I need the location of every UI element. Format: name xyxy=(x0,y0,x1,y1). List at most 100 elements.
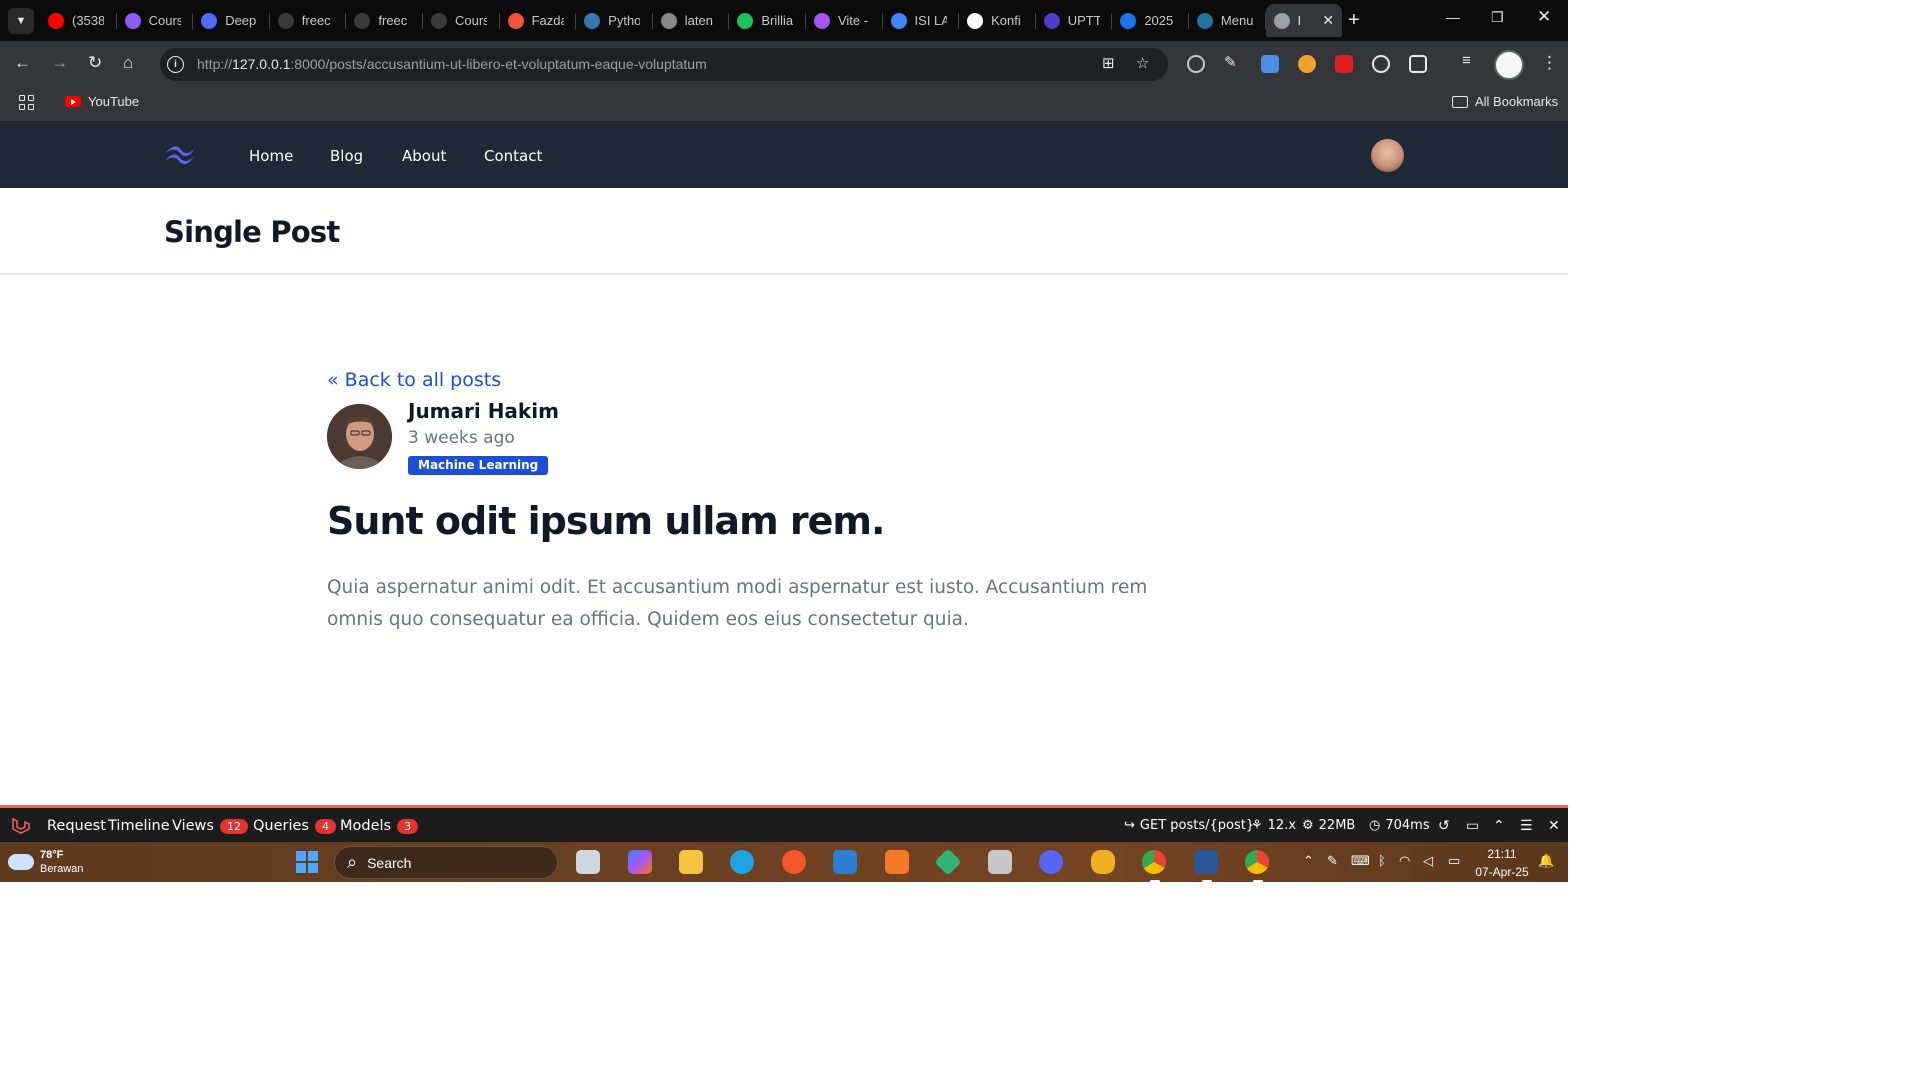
browser-tab[interactable]: Cours xyxy=(117,4,194,37)
chrome-icon[interactable] xyxy=(1142,850,1166,883)
university-icon xyxy=(1043,12,1060,29)
gitkraken-icon[interactable] xyxy=(934,848,962,876)
browser-tab[interactable]: Cours xyxy=(423,4,500,37)
browser-tab[interactable]: laten xyxy=(653,4,730,37)
system-clock[interactable]: 21:11 07-Apr-25 xyxy=(1473,845,1531,881)
extension-blue-icon[interactable] xyxy=(1261,55,1279,73)
back-icon[interactable]: ← xyxy=(14,53,31,73)
bookmark-youtube[interactable]: YouTube xyxy=(65,94,139,109)
brilliant-icon xyxy=(737,12,754,29)
debug-time[interactable]: ◷ 704ms xyxy=(1369,818,1430,833)
keyboard-icon[interactable]: ⌨ xyxy=(1351,853,1370,869)
browser-tab[interactable]: Brillia xyxy=(729,4,806,37)
nav-contact-link[interactable]: Contact xyxy=(484,147,542,165)
browser-tab[interactable]: Fazda xyxy=(500,4,577,37)
windows-start-icon[interactable] xyxy=(296,851,318,873)
reload-icon[interactable]: ↻ xyxy=(88,53,102,73)
window-close-icon[interactable]: ✕ xyxy=(1537,7,1551,27)
debug-tab-queries[interactable]: Queries 4 xyxy=(253,818,336,834)
debug-tab-timeline[interactable]: Timeline xyxy=(108,818,170,834)
home-icon[interactable]: ⌂ xyxy=(123,53,133,73)
tailwind-logo-icon[interactable] xyxy=(164,142,196,166)
all-bookmarks-button[interactable]: All Bookmarks xyxy=(1452,94,1558,109)
chrome-menu-icon[interactable]: ⋮ xyxy=(1541,53,1558,73)
browser-tab[interactable]: Menu xyxy=(1189,4,1266,37)
browser-tab[interactable]: ISI LA xyxy=(883,4,960,37)
task-view-icon[interactable] xyxy=(576,850,600,874)
browser-tab[interactable]: I ✕ xyxy=(1265,4,1343,37)
translate-icon[interactable]: ⊞ xyxy=(1102,54,1115,72)
debugbar-close-icon[interactable]: ✕ xyxy=(1548,817,1560,834)
settings-sliders-icon[interactable]: ☰ xyxy=(1520,817,1533,834)
nav-blog-link[interactable]: Blog xyxy=(330,147,363,165)
chevron-up-icon[interactable]: ⌃ xyxy=(1493,817,1505,834)
wifi-icon[interactable]: ◠ xyxy=(1399,853,1410,869)
history-icon[interactable]: ↺ xyxy=(1438,817,1450,834)
xampp-icon[interactable] xyxy=(885,850,909,874)
author-name[interactable]: Jumari Hakim xyxy=(408,399,559,423)
address-bar[interactable]: i http://127.0.0.1:8000/posts/accusantiu… xyxy=(160,48,1168,81)
edge-icon[interactable] xyxy=(730,850,754,874)
browser-tab[interactable]: freec xyxy=(270,4,347,37)
bookmark-star-icon[interactable]: ☆ xyxy=(1136,54,1149,72)
tray-chevron-icon[interactable]: ⌃ xyxy=(1303,853,1314,869)
debug-memory[interactable]: ⚙ 22MB xyxy=(1302,818,1355,833)
tab-close-icon[interactable]: ✕ xyxy=(1322,12,1334,29)
freecodecamp-icon xyxy=(354,12,371,29)
copilot-icon[interactable] xyxy=(628,850,652,874)
browser-tab[interactable]: 2025 xyxy=(1112,4,1189,37)
unity-icon[interactable] xyxy=(988,850,1012,874)
extension-red-icon[interactable] xyxy=(1335,55,1353,73)
battery-icon[interactable]: ▭ xyxy=(1448,853,1460,869)
minimize-icon[interactable]: — xyxy=(1446,9,1460,25)
extension-orange-icon[interactable] xyxy=(1298,55,1316,73)
notification-bell-icon[interactable]: 🔔 xyxy=(1538,853,1554,869)
debug-tab-models[interactable]: Models 3 xyxy=(340,818,419,834)
pen-icon[interactable]: ✎ xyxy=(1327,853,1338,869)
browser-tab[interactable]: UPTT xyxy=(1036,4,1113,37)
word-icon[interactable] xyxy=(1194,850,1218,883)
open-folder-icon[interactable]: ▭ xyxy=(1466,817,1479,834)
weather-widget[interactable]: 78°F Berawan xyxy=(8,848,83,876)
media-queue-icon[interactable]: ≡ xyxy=(1462,52,1480,70)
discord-icon[interactable] xyxy=(1039,850,1063,874)
browser-tab[interactable]: Deep xyxy=(193,4,270,37)
taskbar-search[interactable]: ⌕ Search xyxy=(334,846,558,879)
profile-avatar[interactable] xyxy=(1494,50,1524,80)
user-avatar[interactable] xyxy=(1371,139,1404,172)
back-to-posts-link[interactable]: « Back to all posts xyxy=(327,369,501,391)
category-badge[interactable]: Machine Learning xyxy=(408,456,549,475)
debug-tab-request[interactable]: Request xyxy=(47,818,106,834)
url-text[interactable]: http://127.0.0.1:8000/posts/accusantium-… xyxy=(197,56,707,72)
browser-tab[interactable]: Pytho xyxy=(576,4,653,37)
eyedropper-icon[interactable]: ✎ xyxy=(1224,53,1242,71)
laravel-logo-icon[interactable] xyxy=(11,817,31,835)
browser-tab[interactable]: Vite - xyxy=(806,4,883,37)
forward-icon[interactable]: → xyxy=(51,53,68,73)
volume-icon[interactable]: ◁ xyxy=(1423,853,1433,869)
new-tab-button[interactable]: + xyxy=(1348,9,1360,32)
browser-tab[interactable]: (3538 xyxy=(40,4,117,37)
tab-search-button[interactable]: ▼ xyxy=(8,8,34,34)
vscode-icon[interactable] xyxy=(833,850,857,874)
tab-title: Fazda xyxy=(531,13,564,28)
extensions-puzzle-icon[interactable] xyxy=(1409,55,1427,73)
browser-tab[interactable]: Konfi xyxy=(959,4,1036,37)
file-explorer-icon[interactable] xyxy=(679,850,703,874)
bluetooth-icon[interactable]: ᛒ xyxy=(1378,853,1386,868)
debug-version[interactable]: ⚘ 12.x xyxy=(1251,818,1296,833)
author-photo-image xyxy=(327,404,392,469)
debug-tab-views[interactable]: Views 12 xyxy=(172,818,248,834)
tableplus-icon[interactable] xyxy=(1091,850,1115,874)
browser-tab[interactable]: freec xyxy=(346,4,423,37)
apps-grid-icon[interactable] xyxy=(19,95,34,110)
site-info-icon[interactable]: i xyxy=(167,56,184,73)
restore-icon[interactable]: ❐ xyxy=(1491,9,1504,26)
nav-home-link[interactable]: Home xyxy=(249,147,293,165)
media-extension-icon[interactable] xyxy=(1187,55,1205,73)
debug-route[interactable]: ↪ GET posts/{post} xyxy=(1124,818,1254,833)
react-devtools-icon[interactable] xyxy=(1372,55,1390,73)
nav-about-link[interactable]: About xyxy=(402,147,446,165)
chrome-profile-icon[interactable] xyxy=(1245,850,1269,883)
postman-icon[interactable] xyxy=(782,850,806,874)
